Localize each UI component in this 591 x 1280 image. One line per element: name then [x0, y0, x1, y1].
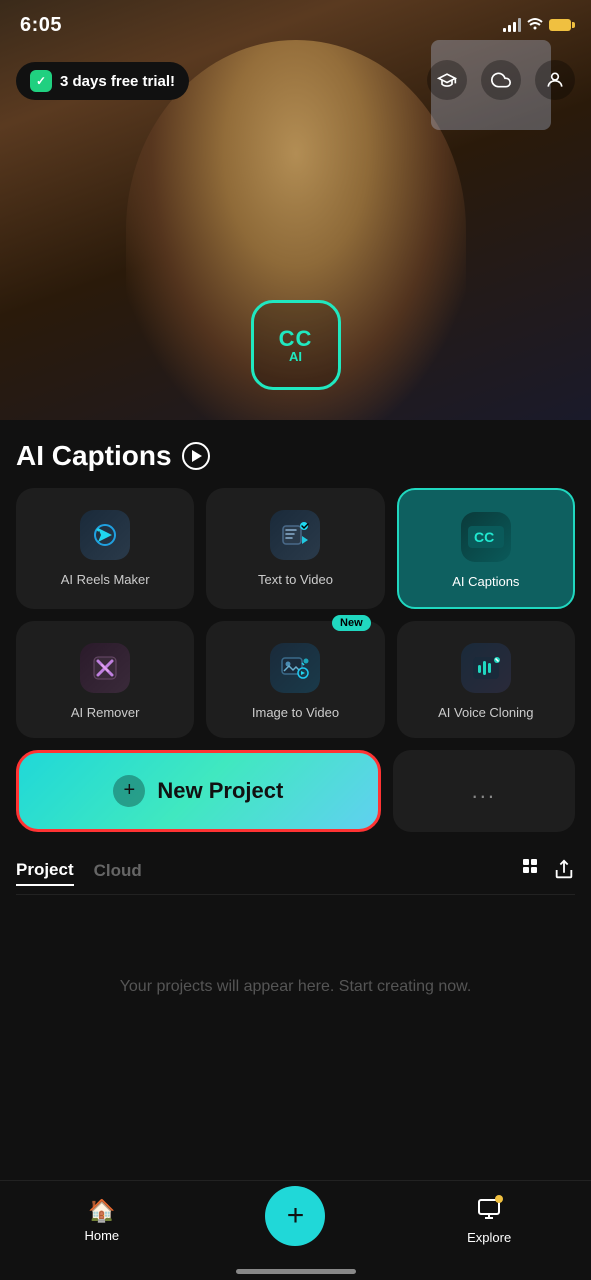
- more-dots: ...: [472, 778, 496, 804]
- top-icons: [427, 60, 575, 100]
- home-icon: 🏠: [88, 1198, 115, 1224]
- new-project-label: New Project: [157, 778, 283, 804]
- new-project-plus-icon: +: [113, 775, 145, 807]
- battery-icon: [549, 19, 571, 31]
- captions-label: AI Captions: [452, 574, 519, 591]
- empty-state: Your projects will appear here. Start cr…: [16, 895, 575, 1079]
- main-content: AI Captions AI Reels Maker: [0, 420, 591, 1189]
- remover-icon: [80, 643, 130, 693]
- feature-card-ai-captions[interactable]: CC AI Captions: [397, 488, 575, 609]
- voice-icon: [461, 643, 511, 693]
- svg-text:CC: CC: [474, 529, 494, 545]
- feature-card-text-to-video[interactable]: Text to Video: [206, 488, 384, 609]
- cloud-icon-btn[interactable]: [481, 60, 521, 100]
- status-icons: [503, 17, 571, 34]
- status-bar: 6:05: [0, 0, 591, 50]
- section-title-text: AI Captions: [16, 440, 172, 472]
- cc-inner: CC AI: [279, 328, 313, 363]
- empty-state-text: Your projects will appear here. Start cr…: [120, 978, 472, 995]
- graduation-icon-btn[interactable]: [427, 60, 467, 100]
- bottom-nav: 🏠 Home + Explore: [0, 1180, 591, 1280]
- feature-card-ai-remover[interactable]: AI Remover: [16, 621, 194, 738]
- reels-icon: [80, 510, 130, 560]
- export-button[interactable]: [553, 859, 575, 887]
- signal-icon: [503, 18, 521, 32]
- feature-grid: AI Reels Maker Text to Video CC: [16, 488, 575, 738]
- project-tabs: Project Cloud: [16, 848, 575, 895]
- nav-home[interactable]: 🏠 Home: [62, 1198, 142, 1243]
- grid-icon: [523, 859, 537, 873]
- bottom-row: + New Project ...: [16, 750, 575, 832]
- explore-dot: [495, 1195, 503, 1203]
- img-video-icon: [270, 643, 320, 693]
- feature-card-ai-voice[interactable]: AI Voice Cloning: [397, 621, 575, 738]
- new-project-button[interactable]: + New Project: [16, 750, 381, 832]
- tab-project[interactable]: Project: [16, 860, 74, 886]
- captions-icon: CC: [461, 512, 511, 562]
- section-title-row: AI Captions: [16, 420, 575, 488]
- text-video-icon: [270, 510, 320, 560]
- home-indicator: [236, 1269, 356, 1274]
- status-time: 6:05: [20, 14, 62, 37]
- nav-plus-icon: +: [287, 1201, 305, 1231]
- new-badge: New: [332, 615, 371, 631]
- reels-label: AI Reels Maker: [61, 572, 150, 589]
- cc-ai-logo: CC AI: [251, 300, 341, 390]
- text-video-label: Text to Video: [258, 572, 333, 589]
- play-circle-icon[interactable]: [182, 442, 210, 470]
- nav-explore[interactable]: Explore: [449, 1197, 529, 1245]
- wifi-icon: [527, 17, 543, 34]
- voice-label: AI Voice Cloning: [438, 705, 533, 722]
- hero-section: 6:05 ✓ 3 days free trial!: [0, 0, 591, 420]
- play-triangle: [192, 450, 202, 462]
- tab-cloud[interactable]: Cloud: [94, 861, 142, 885]
- tab-icons: [523, 859, 575, 887]
- nav-add-button[interactable]: +: [265, 1186, 325, 1246]
- plus-symbol: +: [124, 779, 136, 802]
- feature-card-ai-reels[interactable]: AI Reels Maker: [16, 488, 194, 609]
- trial-label: 3 days free trial!: [60, 73, 175, 90]
- feature-card-image-to-video[interactable]: New Image to Video: [206, 621, 384, 738]
- explore-label: Explore: [467, 1230, 511, 1245]
- more-button[interactable]: ...: [393, 750, 575, 832]
- cc-text: CC: [279, 328, 313, 350]
- img-video-label: Image to Video: [252, 705, 339, 722]
- remover-label: AI Remover: [71, 705, 140, 722]
- grid-view-button[interactable]: [523, 859, 537, 887]
- profile-icon-btn[interactable]: [535, 60, 575, 100]
- trial-badge[interactable]: ✓ 3 days free trial!: [16, 62, 189, 100]
- explore-icon-wrap: [477, 1197, 501, 1226]
- home-label: Home: [84, 1228, 119, 1243]
- ai-text: AI: [289, 350, 302, 363]
- trial-icon: ✓: [30, 70, 52, 92]
